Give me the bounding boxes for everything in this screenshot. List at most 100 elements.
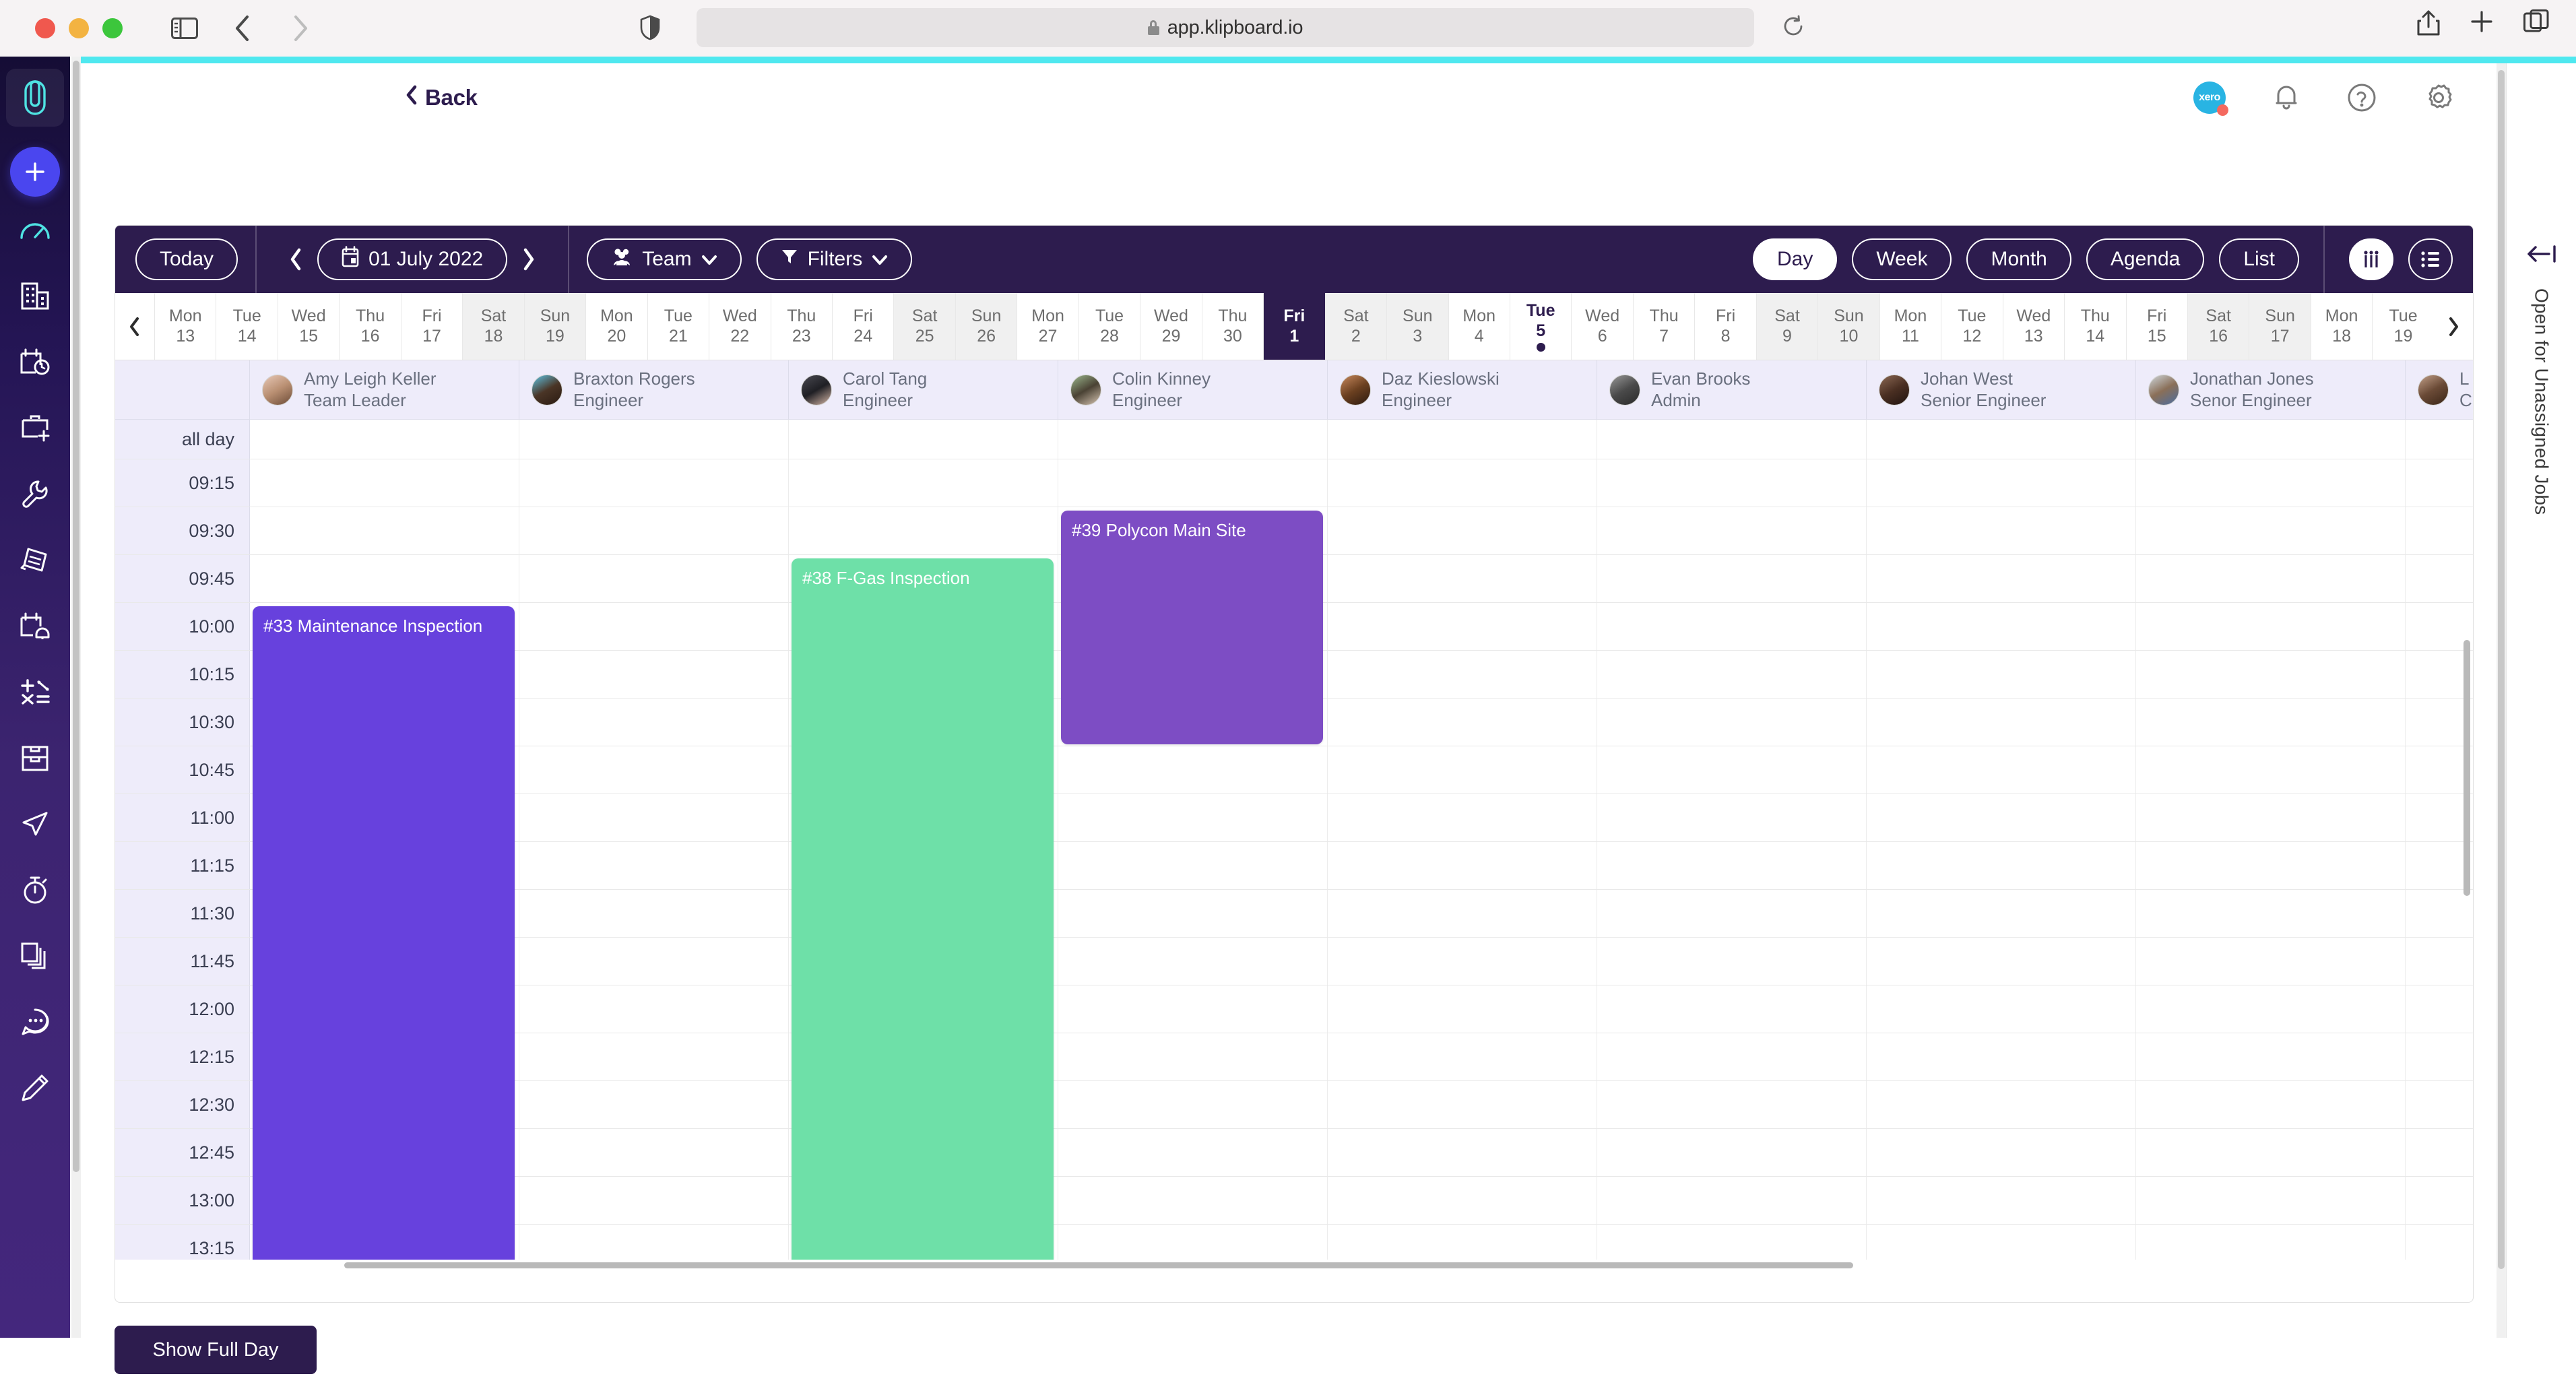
filters-dropdown[interactable]: Filters xyxy=(756,238,913,280)
date-strip-day[interactable]: Sat 18 xyxy=(462,293,524,360)
list-view-icon[interactable] xyxy=(2408,238,2453,280)
schedule-slot[interactable] xyxy=(1328,1177,1597,1224)
schedule-slot[interactable] xyxy=(1328,746,1597,793)
schedule-slot[interactable] xyxy=(1867,651,2136,698)
view-toggle-week[interactable]: Week xyxy=(1852,238,1952,280)
tabs-overview-icon[interactable] xyxy=(2523,9,2549,40)
schedule-slot[interactable] xyxy=(1597,746,1867,793)
schedule-slot[interactable] xyxy=(1867,1033,2136,1080)
schedule-slot[interactable] xyxy=(1328,1081,1597,1128)
schedule-slot[interactable] xyxy=(1597,794,1867,841)
schedule-slot[interactable] xyxy=(2136,555,2406,602)
date-strip-day[interactable]: Sun 19 xyxy=(523,293,586,360)
grid-horizontal-scrollbar-thumb[interactable] xyxy=(344,1262,1853,1268)
klipboard-paperclip-logo[interactable] xyxy=(6,69,64,127)
schedule-slot[interactable] xyxy=(1328,459,1597,507)
sidebar-toggle-icon[interactable] xyxy=(164,8,205,48)
schedule-slot[interactable] xyxy=(1597,985,1867,1033)
staff-column-header[interactable]: Carol Tang Engineer xyxy=(789,360,1058,419)
sidebar-item-quotes[interactable] xyxy=(0,527,70,593)
schedule-slot[interactable] xyxy=(519,1081,789,1128)
grid-vertical-scrollbar[interactable] xyxy=(2462,461,2472,1256)
schedule-slot[interactable] xyxy=(1867,555,2136,602)
calendar-event[interactable]: #38 F-Gas Inspection xyxy=(792,558,1054,1270)
sidebar-item-signature[interactable] xyxy=(0,1055,70,1121)
schedule-slot[interactable] xyxy=(1328,420,1597,459)
xero-integration-button[interactable]: xero xyxy=(2193,82,2228,116)
schedule-slot[interactable] xyxy=(519,1033,789,1080)
date-strip-day[interactable]: Mon 27 xyxy=(1017,293,1078,360)
calendar-event[interactable]: #39 Polycon Main Site xyxy=(1061,511,1323,744)
schedule-slot[interactable] xyxy=(2136,1033,2406,1080)
staff-column-header[interactable]: LC xyxy=(2406,360,2473,419)
schedule-slot[interactable] xyxy=(1867,420,2136,459)
schedule-slot[interactable] xyxy=(519,699,789,746)
schedule-slot[interactable] xyxy=(1597,890,1867,937)
sidebar-item-new-job[interactable] xyxy=(0,395,70,461)
bell-icon[interactable] xyxy=(2273,83,2300,112)
staff-column-header[interactable]: Jonathan Jones Senor Engineer xyxy=(2136,360,2406,419)
schedule-slot[interactable] xyxy=(250,459,519,507)
date-strip-day[interactable]: Wed 15 xyxy=(277,293,339,360)
schedule-slot[interactable] xyxy=(1058,890,1328,937)
date-strip-day[interactable]: Thu 7 xyxy=(1632,293,1694,360)
date-strip-next-button[interactable] xyxy=(2434,293,2473,360)
sidebar-item-messages[interactable] xyxy=(0,989,70,1055)
next-date-button[interactable] xyxy=(507,248,550,271)
schedule-slot[interactable] xyxy=(2136,746,2406,793)
schedule-slot[interactable] xyxy=(1328,651,1597,698)
schedule-slot[interactable] xyxy=(1328,555,1597,602)
date-strip-day[interactable]: Sun 3 xyxy=(1386,293,1448,360)
schedule-slot[interactable] xyxy=(1597,651,1867,698)
schedule-slot[interactable] xyxy=(1867,985,2136,1033)
date-strip-day[interactable]: Thu 30 xyxy=(1201,293,1263,360)
sidebar-item-inventory[interactable] xyxy=(0,725,70,791)
date-strip-day[interactable]: Mon 20 xyxy=(585,293,647,360)
grid-vertical-scrollbar-thumb[interactable] xyxy=(2464,640,2470,896)
schedule-slot[interactable] xyxy=(2136,842,2406,889)
date-strip-day[interactable]: Mon 11 xyxy=(1879,293,1941,360)
schedule-slot[interactable] xyxy=(1058,842,1328,889)
sidebar-item-pricing[interactable] xyxy=(0,659,70,725)
schedule-slot[interactable] xyxy=(2136,459,2406,507)
question-circle-icon[interactable] xyxy=(2347,83,2377,112)
schedule-slot[interactable] xyxy=(1867,603,2136,650)
sidebar-item-dispatch[interactable] xyxy=(0,791,70,857)
schedule-slot[interactable] xyxy=(1328,1129,1597,1176)
schedule-slot[interactable] xyxy=(2136,651,2406,698)
schedule-slot[interactable] xyxy=(1597,420,1867,459)
unassigned-jobs-label[interactable]: Open for Unassigned Jobs xyxy=(2531,288,2552,515)
schedule-slot[interactable] xyxy=(519,985,789,1033)
date-strip-day[interactable]: Tue 28 xyxy=(1078,293,1140,360)
schedule-slot[interactable] xyxy=(519,507,789,554)
prev-date-button[interactable] xyxy=(274,248,317,271)
staff-column-header[interactable]: Colin Kinney Engineer xyxy=(1058,360,1328,419)
date-strip-day[interactable]: Thu 14 xyxy=(2064,293,2125,360)
schedule-slot[interactable] xyxy=(250,507,519,554)
date-strip-day[interactable]: Sat 2 xyxy=(1324,293,1387,360)
window-traffic-lights[interactable] xyxy=(35,18,123,38)
schedule-slot[interactable] xyxy=(1328,699,1597,746)
schedule-slot[interactable] xyxy=(1867,1177,2136,1224)
schedule-slot[interactable] xyxy=(519,1177,789,1224)
date-strip-day[interactable]: Wed 22 xyxy=(709,293,770,360)
schedule-slot[interactable] xyxy=(519,555,789,602)
schedule-slot[interactable] xyxy=(250,555,519,602)
browser-back-icon[interactable] xyxy=(222,8,263,48)
sidebar-item-reminders[interactable] xyxy=(0,593,70,659)
schedule-slot[interactable] xyxy=(1867,699,2136,746)
maximize-window-button[interactable] xyxy=(102,18,123,38)
columns-view-icon[interactable] xyxy=(2349,238,2393,280)
plus-icon[interactable] xyxy=(2470,9,2494,40)
date-strip-day[interactable]: Sat 25 xyxy=(893,293,955,360)
schedule-slot[interactable] xyxy=(2406,420,2473,459)
schedule-slot[interactable] xyxy=(1867,746,2136,793)
schedule-slot[interactable] xyxy=(1597,1081,1867,1128)
date-strip-day[interactable]: Tue 21 xyxy=(647,293,709,360)
sidebar-item-forms[interactable] xyxy=(0,923,70,989)
date-strip-day[interactable]: Thu 23 xyxy=(770,293,832,360)
date-strip-day[interactable]: Mon 13 xyxy=(154,293,216,360)
schedule-slot[interactable] xyxy=(1867,842,2136,889)
schedule-slot[interactable] xyxy=(519,1129,789,1176)
schedule-slot[interactable] xyxy=(2136,794,2406,841)
